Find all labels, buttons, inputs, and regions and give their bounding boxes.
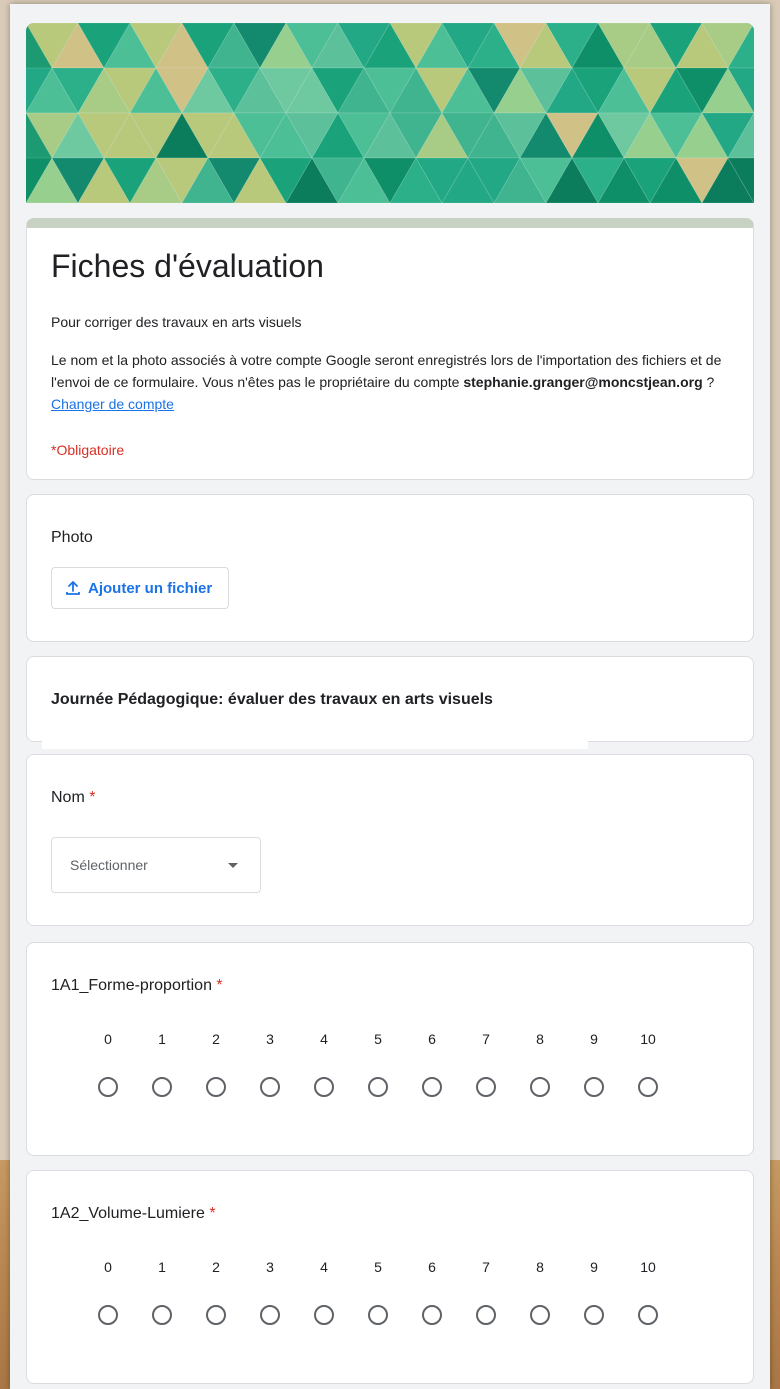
required-asterisk: *	[209, 1205, 216, 1222]
scale-label: 6	[428, 1031, 436, 1047]
scale-radio-10[interactable]	[638, 1305, 658, 1325]
scale-radio-7[interactable]	[476, 1077, 496, 1097]
section-title: Journée Pédagogique: évaluer des travaux…	[51, 691, 493, 708]
scale-radio-6[interactable]	[422, 1305, 442, 1325]
account-notice-separator: ?	[702, 374, 715, 390]
scale-label: 4	[320, 1031, 328, 1047]
question-title-text: 1A1_Forme-proportion	[51, 977, 212, 994]
scale-radio-4[interactable]	[314, 1077, 334, 1097]
question-title-text: Nom	[51, 789, 85, 806]
question-title-text: 1A2_Volume-Lumiere	[51, 1205, 205, 1222]
scale-label: 8	[536, 1259, 544, 1275]
question-card-photo: Photo Ajouter un fichier	[26, 494, 754, 642]
scale-radio-0[interactable]	[98, 1077, 118, 1097]
account-email: stephanie.granger@moncstjean.org	[463, 374, 703, 390]
scale-radio-2[interactable]	[206, 1077, 226, 1097]
question-title: Nom *	[51, 789, 95, 807]
form-header-card: Fiches d'évaluation Pour corriger des tr…	[26, 218, 754, 480]
question-title: 1A1_Forme-proportion *	[51, 977, 223, 995]
scale-radio-1[interactable]	[152, 1077, 172, 1097]
scale-radio-9[interactable]	[584, 1305, 604, 1325]
question-title: Photo	[51, 529, 93, 546]
scale-radio-10[interactable]	[638, 1077, 658, 1097]
scale-label: 7	[482, 1031, 490, 1047]
scale-label: 1	[158, 1031, 166, 1047]
scale-radio-2[interactable]	[206, 1305, 226, 1325]
required-asterisk: *	[216, 977, 223, 994]
scale-radio-0[interactable]	[98, 1305, 118, 1325]
scale-label: 7	[482, 1259, 490, 1275]
scale-label: 5	[374, 1259, 382, 1275]
upload-icon	[66, 581, 80, 595]
question-card-scale: 1A1_Forme-proportion * 0 1 2 3 4 5 6 7 8 9 10	[26, 942, 754, 1156]
scale-label: 5	[374, 1031, 382, 1047]
account-notice: Le nom et la photo associés à votre comp…	[51, 349, 735, 415]
question-card-scale: 1A2_Volume-Lumiere * 0 1 2 3 4 5 6 7 8 9 10	[26, 1170, 754, 1384]
header-banner-image	[26, 23, 754, 203]
section-header-card: Journée Pédagogique: évaluer des travaux…	[26, 656, 754, 742]
scale-label: 10	[640, 1031, 656, 1047]
form-title: Fiches d'évaluation	[51, 248, 324, 284]
scale-label: 0	[104, 1031, 112, 1047]
scale-label: 8	[536, 1031, 544, 1047]
add-file-button[interactable]: Ajouter un fichier	[51, 567, 230, 609]
scale-radio-4[interactable]	[314, 1305, 334, 1325]
add-file-label: Ajouter un fichier	[88, 579, 213, 597]
scale-radio-6[interactable]	[422, 1077, 442, 1097]
scale-radio-7[interactable]	[476, 1305, 496, 1325]
form-description: Pour corriger des travaux en arts visuel…	[51, 314, 302, 330]
chevron-down-icon	[228, 863, 238, 868]
required-asterisk: *	[89, 789, 96, 806]
section-divider	[42, 737, 588, 749]
scale-radio-1[interactable]	[152, 1305, 172, 1325]
scale-radio-9[interactable]	[584, 1077, 604, 1097]
scale-label: 0	[104, 1259, 112, 1275]
required-note: *Obligatoire	[51, 442, 125, 458]
scale-label: 9	[590, 1031, 598, 1047]
scale-label: 3	[266, 1031, 274, 1047]
scale-label: 1	[158, 1259, 166, 1275]
form-window: Fiches d'évaluation Pour corriger des tr…	[10, 4, 770, 1389]
select-placeholder: Sélectionner	[70, 857, 148, 873]
question-card-name: Nom * Sélectionner	[26, 754, 754, 926]
scale-label: 9	[590, 1259, 598, 1275]
scale-label: 6	[428, 1259, 436, 1275]
scale-radio-5[interactable]	[368, 1077, 388, 1097]
scale-radio-8[interactable]	[530, 1077, 550, 1097]
scale-radio-3[interactable]	[260, 1305, 280, 1325]
scale-label: 10	[640, 1259, 656, 1275]
scale-label: 2	[212, 1031, 220, 1047]
question-title: 1A2_Volume-Lumiere *	[51, 1205, 216, 1223]
change-account-link[interactable]: Changer de compte	[51, 396, 174, 412]
scale-label: 4	[320, 1259, 328, 1275]
scale-radio-3[interactable]	[260, 1077, 280, 1097]
scale-label: 3	[266, 1259, 274, 1275]
scale-radio-5[interactable]	[368, 1305, 388, 1325]
name-select-dropdown[interactable]: Sélectionner	[51, 837, 261, 893]
scale-radio-8[interactable]	[530, 1305, 550, 1325]
scale-label: 2	[212, 1259, 220, 1275]
